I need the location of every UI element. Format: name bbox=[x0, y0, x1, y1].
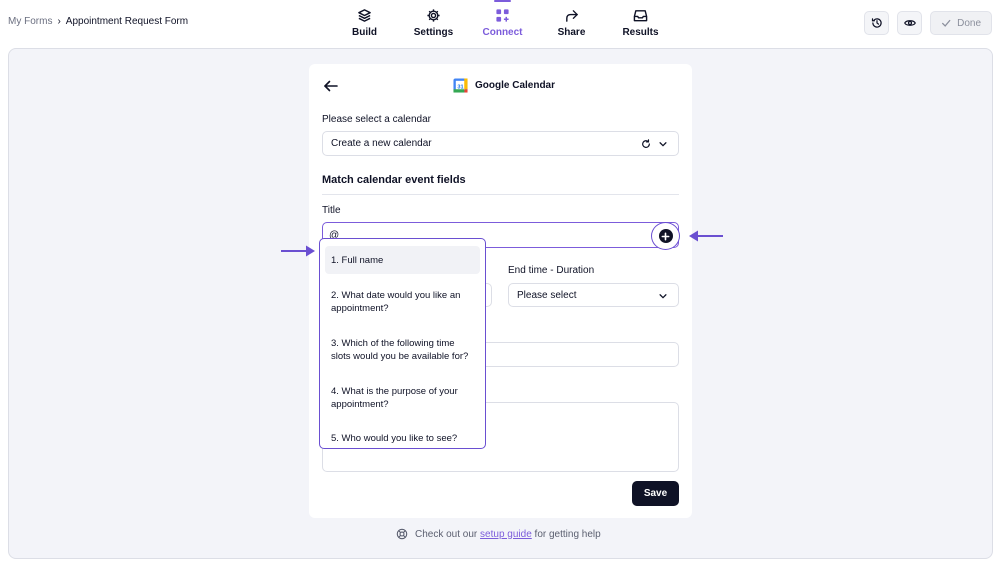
calendar-select-value: Create a new calendar bbox=[331, 138, 432, 149]
field-suggestions-dropdown: 1. Full name 2. What date would you like… bbox=[319, 238, 486, 449]
end-time-select[interactable]: Please select bbox=[508, 283, 679, 307]
history-button[interactable] bbox=[864, 11, 890, 35]
tab-connect-label: Connect bbox=[482, 27, 523, 38]
tab-share[interactable]: Share bbox=[537, 0, 606, 46]
tab-settings[interactable]: Settings bbox=[399, 0, 468, 46]
help-footer: Check out our setup guide for getting he… bbox=[396, 528, 601, 540]
eye-icon bbox=[903, 20, 916, 26]
google-calendar-heading: 31 Google Calendar bbox=[453, 78, 555, 93]
panel-header: 31 Google Calendar bbox=[309, 64, 692, 108]
setup-guide-link[interactable]: setup guide bbox=[480, 529, 532, 540]
dropdown-option[interactable]: 3. Which of the following time slots wou… bbox=[325, 337, 480, 363]
end-time-select-value: Please select bbox=[517, 289, 577, 301]
title-field-label: Title bbox=[322, 205, 341, 216]
annotation-arrow-right-icon bbox=[281, 245, 315, 257]
section-divider bbox=[322, 194, 679, 195]
check-icon bbox=[942, 19, 951, 27]
help-prefix: Check out our bbox=[415, 528, 478, 540]
done-button[interactable]: Done bbox=[930, 11, 992, 35]
dropdown-option[interactable]: 2. What date would you like an appointme… bbox=[325, 289, 480, 315]
help-suffix: for getting help bbox=[534, 528, 601, 540]
preview-button[interactable] bbox=[897, 11, 923, 35]
tab-results[interactable]: Results bbox=[606, 0, 675, 46]
main-nav: Build Settings Connect Share Results bbox=[330, 0, 675, 46]
tab-results-label: Results bbox=[622, 27, 659, 38]
breadcrumb-current-form: Appointment Request Form bbox=[65, 16, 189, 27]
lifebuoy-icon bbox=[396, 528, 408, 540]
save-button[interactable]: Save bbox=[632, 481, 679, 506]
breadcrumb: My Forms › Appointment Request Form bbox=[8, 16, 188, 27]
layers-icon bbox=[358, 9, 371, 22]
svg-text:31: 31 bbox=[457, 84, 463, 90]
panel-title: Google Calendar bbox=[475, 80, 556, 91]
plus-icon bbox=[658, 229, 673, 243]
tab-build-label: Build bbox=[352, 27, 377, 38]
tab-build[interactable]: Build bbox=[330, 0, 399, 46]
dropdown-option[interactable]: 4. What is the purpose of your appointme… bbox=[325, 385, 480, 411]
gear-icon bbox=[427, 9, 440, 22]
dropdown-option[interactable]: 5. Who would you like to see? bbox=[325, 432, 480, 445]
refresh-icon[interactable] bbox=[641, 139, 651, 149]
chevron-down-icon bbox=[659, 142, 667, 147]
annotation-arrow-left-icon bbox=[689, 230, 723, 242]
insert-field-button[interactable] bbox=[651, 222, 680, 250]
google-calendar-logo-icon: 31 bbox=[453, 78, 468, 93]
back-arrow-icon[interactable] bbox=[323, 78, 339, 94]
grid-plus-icon bbox=[496, 9, 509, 22]
top-bar: My Forms › Appointment Request Form Buil… bbox=[0, 0, 1000, 46]
tab-share-label: Share bbox=[557, 27, 586, 38]
breadcrumb-my-forms[interactable]: My Forms bbox=[8, 16, 52, 27]
calendar-select-label: Please select a calendar bbox=[322, 114, 431, 125]
done-label: Done bbox=[957, 17, 981, 29]
chevron-down-icon bbox=[659, 294, 667, 299]
section-title: Match calendar event fields bbox=[322, 174, 466, 186]
tab-settings-label: Settings bbox=[413, 27, 454, 38]
end-time-label: End time - Duration bbox=[508, 265, 595, 276]
inbox-icon bbox=[633, 10, 648, 22]
dropdown-option[interactable]: 1. Full name bbox=[325, 246, 480, 274]
calendar-select[interactable]: Create a new calendar bbox=[322, 131, 679, 156]
top-actions: Done bbox=[864, 11, 992, 35]
share-arrow-icon bbox=[566, 10, 578, 22]
tab-connect[interactable]: Connect bbox=[468, 0, 537, 46]
history-icon bbox=[871, 18, 882, 28]
breadcrumb-separator: › bbox=[57, 16, 61, 27]
